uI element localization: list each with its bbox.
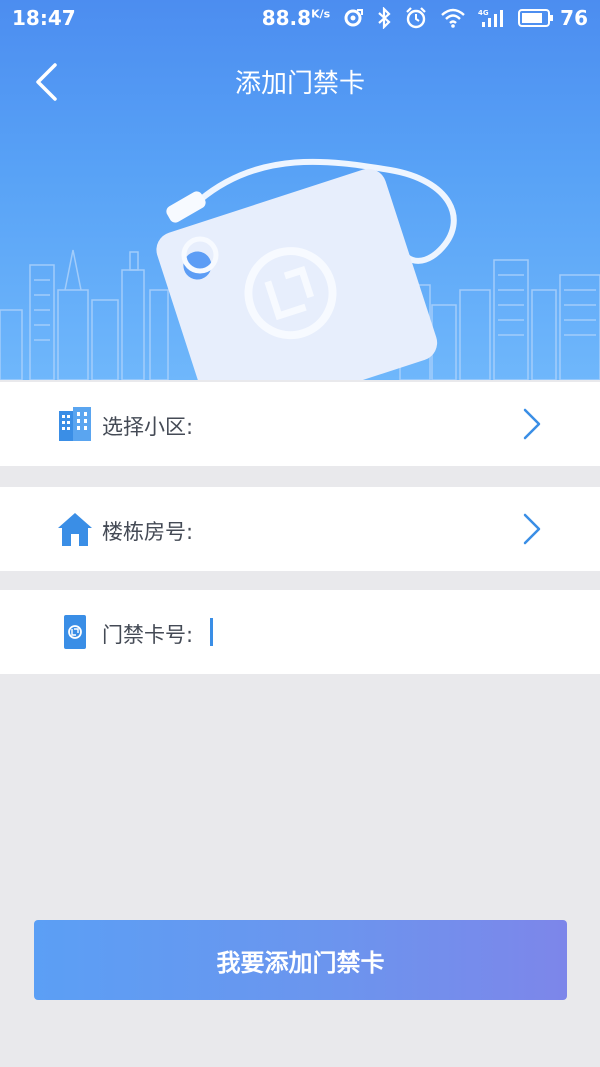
access-card-icon [56, 613, 94, 651]
battery-indicator: 76 [518, 6, 588, 30]
add-card-button[interactable]: 我要添加门禁卡 [34, 920, 567, 1000]
select-building-room-row[interactable]: 楼栋房号: [0, 487, 600, 571]
alarm-icon [404, 6, 428, 30]
page-title: 添加门禁卡 [234, 69, 365, 99]
battery-level: 76 [560, 6, 588, 30]
status-time: 18:47 [12, 6, 76, 30]
net-speed-value: 88.8 [261, 6, 312, 30]
card-number-row[interactable]: 门禁卡号: [0, 590, 600, 674]
app-screen: 18:47 88.8K/s 4G 76 添加门禁卡 选择小区: 楼栋房号: 门禁… [0, 0, 600, 1067]
building-room-label: 楼栋房号: [102, 520, 194, 544]
bluetooth-icon [376, 7, 392, 29]
chevron-right-icon[interactable] [520, 407, 544, 441]
building-icon [56, 405, 94, 443]
home-icon [56, 510, 94, 548]
status-icons: 88.8K/s 4G 76 [262, 6, 588, 30]
wifi-icon [440, 8, 466, 28]
select-community-row[interactable]: 选择小区: [0, 382, 600, 466]
sync-icon [342, 7, 364, 29]
net-speed: 88.8K/s [262, 6, 330, 30]
back-button[interactable] [24, 60, 68, 108]
nav-bar: 添加门禁卡 [0, 52, 600, 116]
header-hero: 18:47 88.8K/s 4G 76 添加门禁卡 [0, 0, 600, 380]
status-bar: 18:47 88.8K/s 4G 76 [0, 0, 600, 36]
chevron-right-icon[interactable] [520, 512, 544, 546]
add-card-button-label: 我要添加门禁卡 [216, 948, 385, 977]
svg-text:4G: 4G [478, 9, 489, 17]
battery-icon [518, 8, 554, 28]
chevron-left-icon [33, 62, 59, 106]
community-label: 选择小区: [102, 415, 194, 439]
access-card-illustration [0, 158, 600, 380]
signal-4g-icon: 4G [478, 8, 506, 28]
card-number-label: 门禁卡号: [102, 623, 194, 647]
net-speed-unit: K/s [311, 7, 331, 21]
card-number-input[interactable] [210, 618, 213, 646]
